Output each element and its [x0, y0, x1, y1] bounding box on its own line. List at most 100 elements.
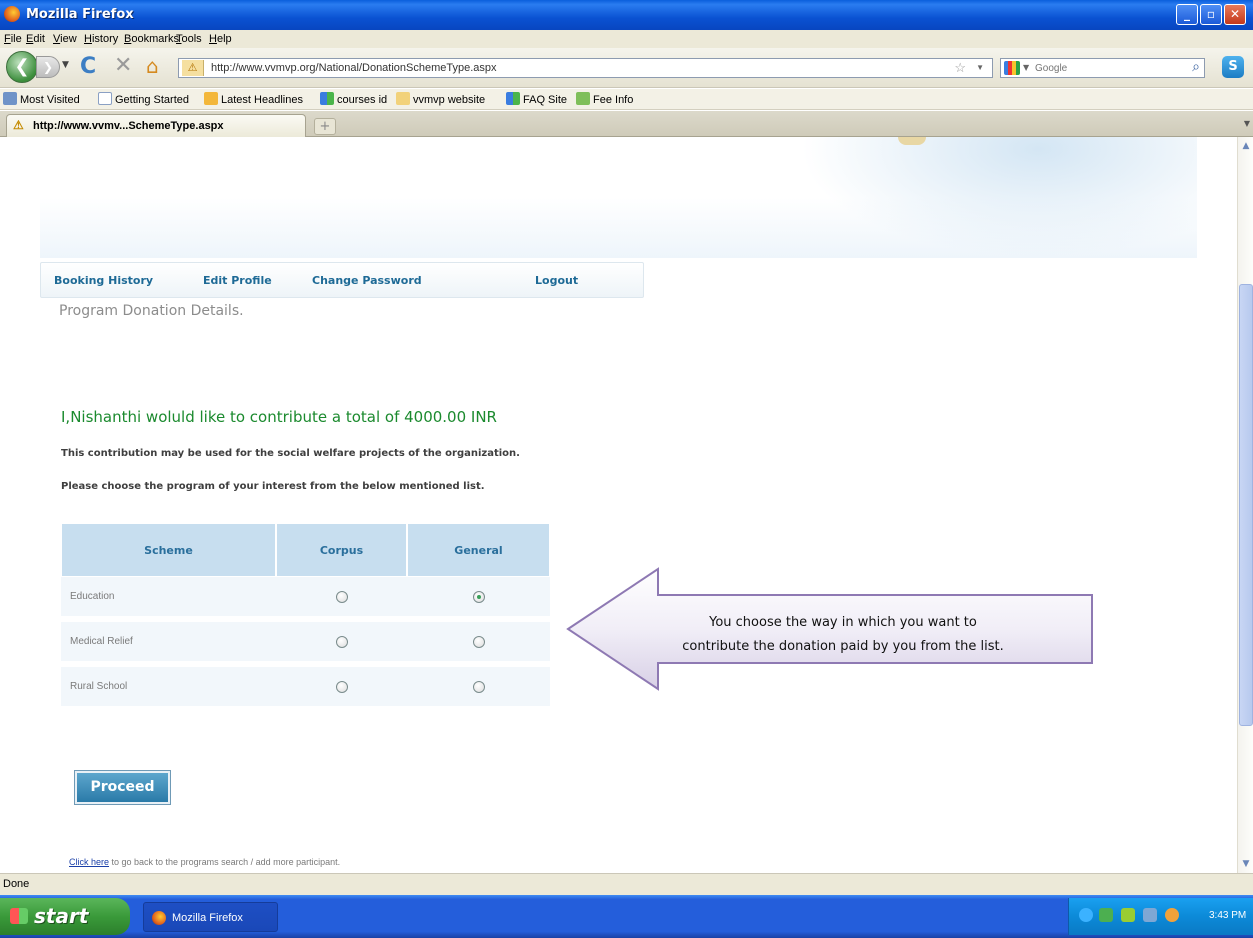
bookmark-fee-info[interactable]: Fee Info — [576, 92, 633, 106]
start-label: start — [34, 904, 89, 928]
tray-app-icon[interactable] — [1099, 908, 1113, 922]
taskbar-item-firefox[interactable]: Mozilla Firefox — [143, 902, 278, 932]
callout-line-2: contribute the donation paid by you from… — [682, 639, 1004, 654]
history-dropdown-icon[interactable]: ▼ — [62, 60, 69, 70]
callout-line-1: You choose the way in which you want to — [709, 615, 977, 630]
back-link-text: to go back to the programs search / add … — [109, 857, 341, 867]
tray-volume-icon[interactable] — [1143, 908, 1157, 922]
reload-icon[interactable]: C — [80, 54, 96, 79]
header-sky-graphic — [800, 137, 1197, 258]
search-engine-dropdown-icon[interactable]: ▼ — [1023, 63, 1029, 72]
tab-current[interactable]: ⚠ http://www.vvmv...SchemeType.aspx — [6, 114, 306, 137]
rss-icon — [204, 92, 218, 105]
menu-bookmarks[interactable]: Bookmarks — [124, 33, 179, 45]
back-link-row: Click here to go back to the programs se… — [69, 857, 340, 867]
menu-help[interactable]: Help — [209, 33, 232, 45]
address-bar[interactable]: ⚠ http://www.vvmvp.org/National/Donation… — [178, 58, 993, 78]
firefox-icon — [4, 6, 20, 22]
click-here-link[interactable]: Click here — [69, 857, 109, 867]
education-general-radio[interactable] — [472, 590, 485, 603]
tab-warning-icon: ⚠ — [13, 118, 24, 132]
medical-relief-general-radio[interactable] — [472, 635, 485, 648]
page-icon — [98, 92, 112, 105]
system-tray: 3:43 PM — [1068, 898, 1253, 935]
medical-relief-corpus-radio[interactable] — [335, 635, 348, 648]
close-button[interactable]: ✕ — [1224, 4, 1246, 25]
bookmark-courses-id[interactable]: courses id — [320, 92, 387, 106]
user-menu-bar: Booking History Edit Profile Change Pass… — [40, 262, 644, 298]
scroll-up-icon[interactable]: ▲ — [1239, 139, 1253, 153]
education-corpus-radio[interactable] — [335, 590, 348, 603]
callout-text: You choose the way in which you want to … — [628, 611, 1058, 659]
menu-tools[interactable]: Tools — [176, 33, 202, 45]
tray-security-icon[interactable] — [1165, 908, 1179, 922]
minimize-button[interactable]: _ — [1176, 4, 1198, 25]
booking-history-link[interactable]: Booking History — [54, 274, 153, 287]
page-viewport: Booking History Edit Profile Change Pass… — [0, 137, 1237, 873]
firefox-icon — [152, 911, 166, 925]
rural-school-corpus-radio[interactable] — [335, 680, 348, 693]
table-icon — [576, 92, 590, 105]
tab-list-icon[interactable]: ▼ — [1244, 119, 1250, 128]
scroll-down-icon[interactable]: ▼ — [1239, 857, 1253, 871]
stop-icon[interactable]: ✕ — [114, 53, 132, 78]
scrollbar-thumb[interactable] — [1239, 284, 1253, 726]
edit-profile-link[interactable]: Edit Profile — [203, 274, 272, 287]
forward-button[interactable]: ❯ — [36, 56, 60, 78]
choose-program-note: Please choose the program of your intere… — [61, 481, 485, 492]
back-button[interactable]: ❮ — [6, 51, 38, 83]
tab-label: http://www.vvmv...SchemeType.aspx — [33, 120, 224, 132]
bookmark-getting-started[interactable]: Getting Started — [98, 92, 189, 106]
menu-view[interactable]: View — [53, 33, 77, 45]
annotation-callout: You choose the way in which you want to … — [566, 567, 1096, 691]
header-sun-graphic — [898, 137, 926, 145]
tray-clock: 3:43 PM — [1209, 910, 1247, 921]
bookmark-faq-site[interactable]: FAQ Site — [506, 92, 567, 106]
bookmark-latest-headlines[interactable]: Latest Headlines — [204, 92, 303, 106]
table-header-row: Scheme Corpus General — [61, 523, 550, 577]
bookmarks-bar: Most Visited Getting Started Latest Head… — [0, 89, 1253, 110]
start-button[interactable]: start — [0, 898, 130, 935]
scheme-table: Scheme Corpus General Education Medical … — [61, 523, 550, 712]
search-icon[interactable]: ⌕ — [1192, 59, 1200, 75]
url-dropdown-icon[interactable]: ▼ — [976, 63, 984, 72]
bookmark-vvmvp-website[interactable]: vvmvp website — [396, 92, 485, 106]
navigation-toolbar: ❮ ❯ ▼ C ✕ ⌂ ⚠ http://www.vvmvp.org/Natio… — [0, 48, 1253, 88]
menu-edit[interactable]: Edit — [26, 33, 45, 45]
contribution-heading: I,Nishanthi woluld like to contribute a … — [61, 408, 497, 426]
vertical-scrollbar[interactable]: ▲ ▼ — [1237, 137, 1253, 873]
bookmark-star-icon[interactable]: ☆ — [954, 60, 966, 76]
home-icon[interactable]: ⌂ — [146, 54, 159, 78]
rural-school-general-radio[interactable] — [472, 680, 485, 693]
url-text[interactable]: http://www.vvmvp.org/National/DonationSc… — [211, 62, 497, 74]
tab-bar: ⚠ http://www.vvmv...SchemeType.aspx + ▼ — [0, 111, 1253, 137]
contribution-note: This contribution may be used for the so… — [61, 448, 520, 459]
column-header-general: General — [407, 523, 550, 577]
search-box[interactable]: ▼ ⌕ — [1000, 58, 1205, 78]
search-input[interactable] — [1035, 61, 1170, 75]
table-row: Rural School — [61, 667, 550, 712]
folder-icon — [3, 92, 17, 105]
new-tab-button[interactable]: + — [314, 118, 336, 135]
site-warning-icon[interactable]: ⚠ — [182, 60, 204, 76]
site-header-banner — [40, 137, 1197, 258]
status-text: Done — [3, 878, 30, 890]
scheme-name: Rural School — [61, 667, 276, 712]
maximize-button[interactable]: ▫ — [1200, 4, 1222, 25]
logout-link[interactable]: Logout — [535, 274, 578, 287]
scheme-name: Education — [61, 577, 276, 622]
bookmark-most-visited[interactable]: Most Visited — [3, 92, 80, 106]
change-password-link[interactable]: Change Password — [312, 274, 422, 287]
section-title: Program Donation Details. — [59, 303, 244, 319]
table-row: Medical Relief — [61, 622, 550, 667]
menu-history[interactable]: History — [84, 33, 118, 45]
taskbar-item-label: Mozilla Firefox — [172, 912, 243, 924]
skype-icon[interactable]: S — [1222, 56, 1244, 78]
tray-expand-icon[interactable] — [1079, 908, 1093, 922]
tray-network-icon[interactable] — [1121, 908, 1135, 922]
proceed-button[interactable]: Proceed — [74, 770, 171, 805]
warning-icon — [396, 92, 410, 105]
search-engine-icon[interactable] — [1004, 61, 1020, 75]
menu-file[interactable]: File — [4, 33, 22, 45]
site-icon — [506, 92, 520, 105]
